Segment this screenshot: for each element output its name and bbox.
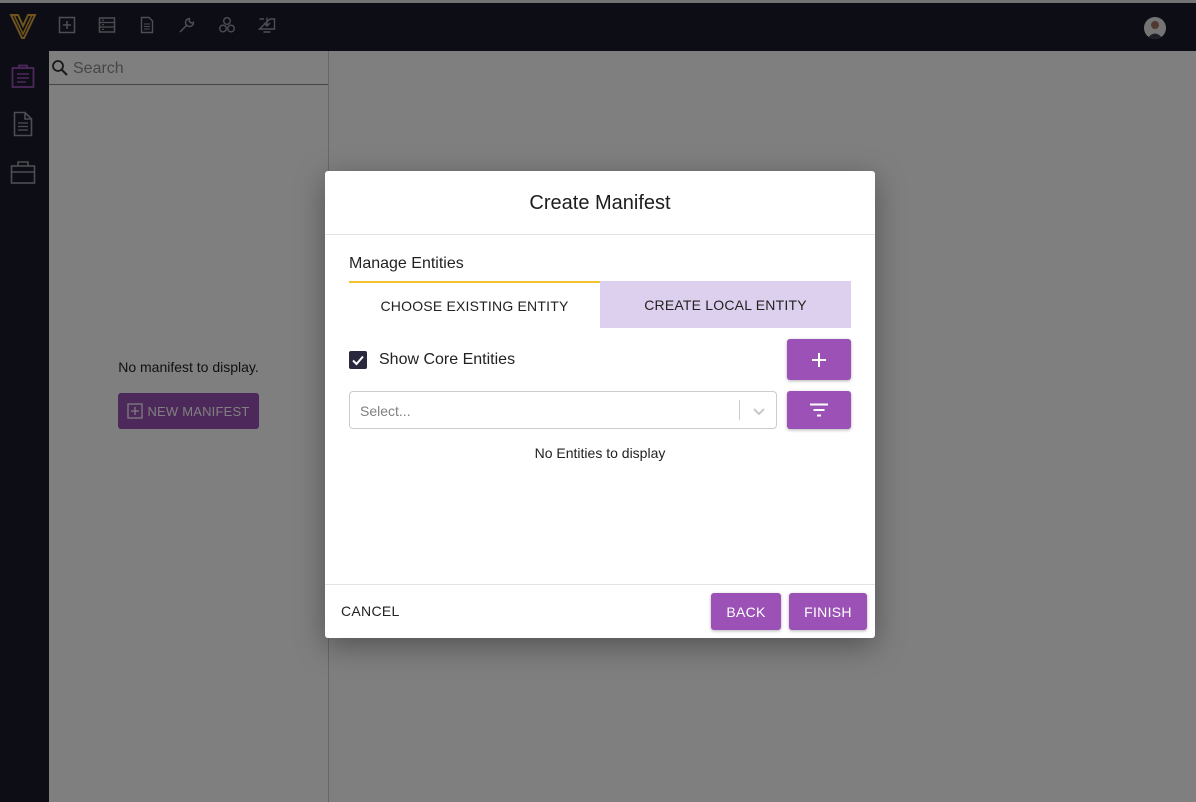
entity-select-placeholder: Select... bbox=[360, 403, 411, 419]
show-core-entities-checkbox[interactable] bbox=[349, 351, 367, 369]
dialog-footer: CANCEL BACK FINISH bbox=[325, 584, 875, 638]
section-title: Manage Entities bbox=[349, 255, 464, 272]
no-entities-message: No Entities to display bbox=[534, 445, 666, 461]
show-core-entities-label: Show Core Entities bbox=[379, 351, 516, 368]
add-entity-button[interactable] bbox=[787, 339, 851, 380]
dialog-title: Create Manifest bbox=[325, 171, 875, 235]
checkmark-icon bbox=[352, 355, 364, 366]
show-core-entities-row: Show Core Entities bbox=[349, 349, 515, 371]
create-manifest-dialog: Create Manifest Manage Entities CHOOSE E… bbox=[325, 171, 875, 638]
tab-choose-existing-entity[interactable]: CHOOSE EXISTING ENTITY bbox=[349, 281, 600, 328]
filter-button[interactable] bbox=[787, 391, 851, 429]
cancel-button[interactable]: CANCEL bbox=[341, 603, 400, 619]
entity-tabs: CHOOSE EXISTING ENTITY CREATE LOCAL ENTI… bbox=[349, 281, 851, 328]
entity-select[interactable]: Select... bbox=[349, 391, 777, 429]
chevron-down-icon[interactable] bbox=[751, 403, 767, 419]
plus-icon bbox=[812, 352, 826, 367]
tab-create-local-entity[interactable]: CREATE LOCAL ENTITY bbox=[600, 281, 851, 328]
select-separator bbox=[739, 400, 740, 420]
back-button[interactable]: BACK bbox=[711, 593, 781, 630]
filter-icon bbox=[810, 403, 828, 417]
finish-button[interactable]: FINISH bbox=[789, 593, 867, 630]
